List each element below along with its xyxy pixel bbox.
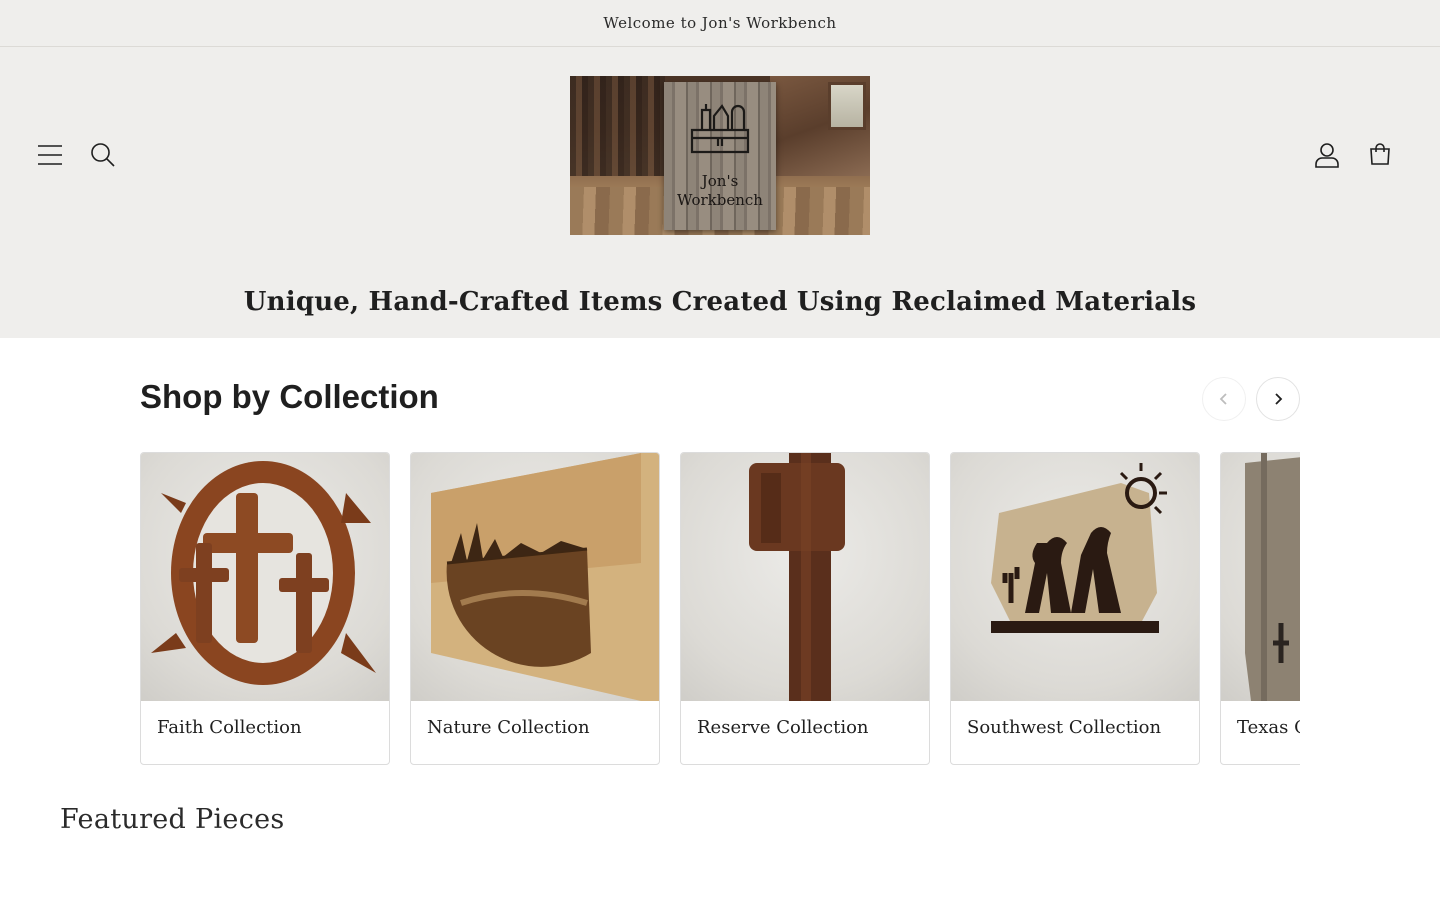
page-tagline: Unique, Hand-Crafted Items Created Using… <box>243 287 1197 317</box>
announcement-bar: Welcome to Jon's Workbench <box>0 0 1440 47</box>
collection-image-southwest <box>951 453 1199 701</box>
logo-text: Jon's Workbench <box>677 172 763 209</box>
collection-card-label: Nature Collection <box>427 717 590 738</box>
chevron-right-icon <box>1275 393 1283 405</box>
collection-card-label: Southwest Collection <box>967 717 1162 738</box>
section-title: Shop by Collection <box>140 378 439 415</box>
collection-card-label: Reserve Collection <box>697 717 869 738</box>
menu-icon <box>38 145 62 165</box>
search-icon <box>91 143 115 167</box>
account-icon <box>1315 143 1339 168</box>
cart-icon <box>1370 143 1390 165</box>
collection-card-reserve[interactable]: Reserve Collection <box>680 452 930 765</box>
collection-image-reserve <box>681 453 929 701</box>
search-button[interactable] <box>81 133 125 177</box>
collection-image-texas <box>1221 453 1300 701</box>
collection-slider: Faith Collection Nature Collection Reser… <box>140 452 1300 765</box>
menu-button[interactable] <box>28 133 72 177</box>
announcement-text: Welcome to Jon's Workbench <box>603 14 837 32</box>
cart-button[interactable] <box>1358 133 1402 177</box>
toolbox-icon <box>690 104 750 154</box>
collection-card-southwest[interactable]: Southwest Collection <box>950 452 1200 765</box>
collection-image-nature <box>411 453 659 701</box>
collection-card-faith[interactable]: Faith Collection <box>140 452 390 765</box>
collection-card-label: Faith Collection <box>157 717 302 738</box>
collection-card-nature[interactable]: Nature Collection <box>410 452 660 765</box>
account-button[interactable] <box>1305 133 1349 177</box>
collection-card-texas[interactable]: Texas Collection <box>1220 452 1300 765</box>
site-logo[interactable]: Jon's Workbench <box>570 76 870 235</box>
site-header: Jon's Workbench Unique, Hand-Crafted Ite… <box>0 47 1440 338</box>
slider-prev-button[interactable] <box>1202 377 1246 421</box>
chevron-left-icon <box>1219 393 1227 405</box>
slider-next-button[interactable] <box>1256 377 1300 421</box>
featured-title: Featured Pieces <box>60 804 285 835</box>
collection-image-faith <box>141 453 389 701</box>
collection-card-label: Texas Collection <box>1237 717 1300 738</box>
